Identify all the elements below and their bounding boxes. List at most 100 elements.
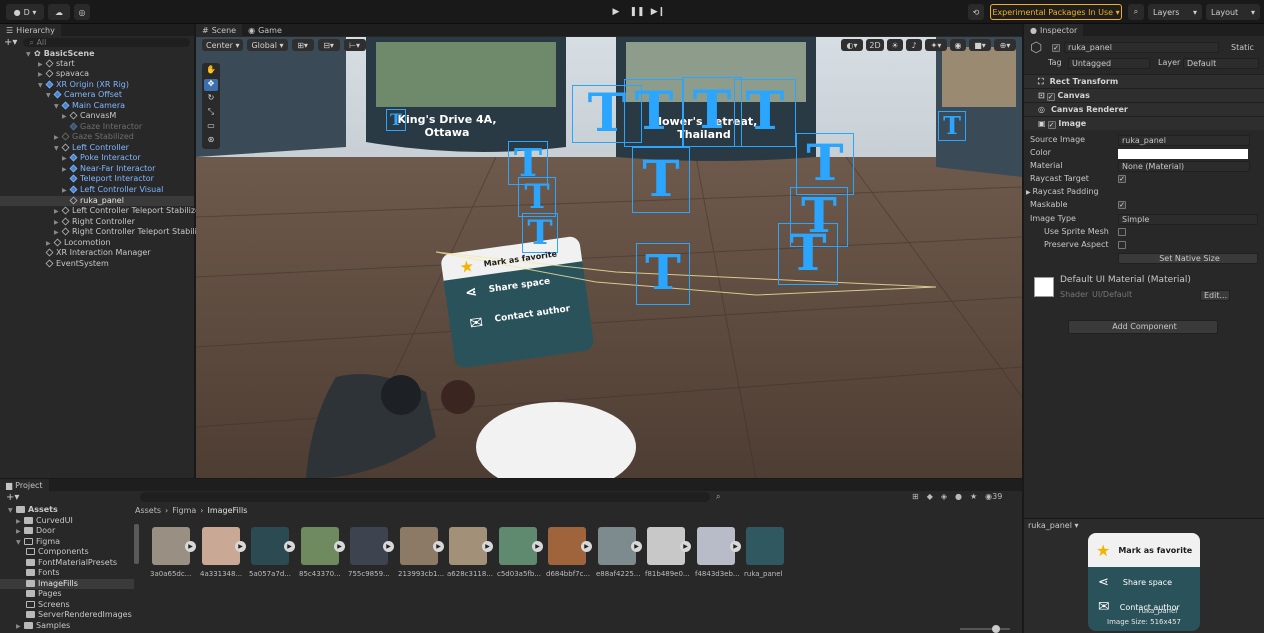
edit-shader-button[interactable]: Edit... (1200, 290, 1230, 301)
hand-tool-icon[interactable]: ✋ (204, 65, 218, 77)
zoom-slider[interactable] (960, 625, 1010, 633)
add-component-button[interactable]: Add Component (1068, 320, 1218, 334)
preserve-aspect-checkbox[interactable] (1118, 241, 1126, 249)
scale-tool-icon[interactable]: ⤡ (204, 107, 218, 119)
expand-asset-icon[interactable]: ▶ (284, 541, 295, 552)
tree-item-xr-origin[interactable]: ▼ XR Origin (XR Rig) (38, 80, 129, 90)
project-search-input[interactable] (140, 492, 710, 502)
filter-log-icon[interactable]: ● (955, 492, 962, 501)
breadcrumb-item[interactable]: ImageFills (207, 506, 247, 515)
filter-label-icon[interactable]: ◆ (927, 492, 933, 501)
tree-item-spavaca[interactable]: ▶ spavaca (38, 69, 89, 79)
tree-item-right-teleport-stabiliz[interactable]: ▶ Right Controller Teleport Stabiliz (54, 227, 201, 237)
breadcrumb-item[interactable]: Assets (135, 506, 161, 515)
tab-hierarchy[interactable]: ☰ Hierarchy (0, 24, 61, 36)
audio-icon[interactable]: ♪ (906, 39, 922, 51)
space-dropdown[interactable]: Global ▾ (247, 39, 288, 51)
project-add-button[interactable]: +▾ (6, 492, 19, 503)
component-canvas-renderer[interactable]: ◎ Canvas Renderer (1024, 102, 1264, 116)
tree-item-xr-interaction-manager[interactable]: XR Interaction Manager (38, 248, 151, 258)
mode-2d-toggle[interactable]: 2D (866, 39, 884, 51)
expand-asset-icon[interactable]: ▶ (482, 541, 493, 552)
project-tree-item[interactable]: ServerRenderedImages (26, 610, 132, 620)
tree-item-ruka-panel[interactable]: ruka_panel (0, 196, 194, 206)
cloud-icon[interactable]: ☁ (48, 4, 70, 20)
draw-mode-icon[interactable]: ◐▾ (841, 39, 863, 51)
project-tree-item[interactable]: ▶ Door (16, 526, 55, 536)
tree-item-canvasm[interactable]: ▶ CanvasM (62, 111, 116, 121)
effects-icon[interactable]: ✦▾ (925, 39, 947, 51)
shader-value[interactable]: UI/Default (1092, 289, 1132, 301)
layout-dropdown[interactable]: Layout ▾ (1206, 4, 1260, 20)
tab-scene[interactable]: # Scene (196, 24, 243, 36)
project-tree-item[interactable]: Pages (26, 589, 62, 599)
raycast-target-checkbox[interactable]: ✓ (1118, 175, 1126, 183)
tree-item-right-controller[interactable]: ▶ Right Controller (54, 217, 135, 227)
tree-item-gaze-stabilized[interactable]: ▶ Gaze Stabilized (54, 132, 134, 142)
play-button[interactable]: ▶ (606, 5, 626, 19)
tree-item-start[interactable]: ▶ start (38, 59, 75, 69)
object-name-field[interactable]: ruka_panel (1064, 42, 1219, 53)
transform-tool-icon[interactable]: ⊛ (204, 135, 218, 147)
snap-increment-icon[interactable]: ⊟▾ (317, 39, 340, 51)
tree-item-event-system[interactable]: EventSystem (38, 259, 109, 269)
collab-icon[interactable]: ◎ (74, 4, 90, 20)
image-type-dropdown[interactable]: Simple (1118, 214, 1258, 225)
tree-item-locomotion[interactable]: ▶ Locomotion (46, 238, 111, 248)
align-icon[interactable]: ⊢▾ (343, 39, 366, 51)
color-swatch[interactable] (1118, 149, 1248, 159)
canvas-enabled-checkbox[interactable]: ✓ (1046, 93, 1055, 101)
move-tool-icon[interactable]: ✥ (204, 79, 218, 91)
filter-type-icon[interactable]: ⊞ (912, 492, 919, 501)
tree-item-gaze-interactor[interactable]: Gaze Interactor (62, 122, 142, 132)
source-image-field[interactable]: ruka_panel (1118, 135, 1250, 146)
lighting-icon[interactable]: ☀ (887, 39, 903, 51)
favorite-icon[interactable]: ★ (970, 492, 977, 501)
tree-item-left-controller-visual[interactable]: ▶ Left Controller Visual (62, 185, 163, 195)
rect-tool-icon[interactable]: ▭ (204, 121, 218, 133)
gizmos-icon[interactable]: ⊕▾ (994, 39, 1016, 51)
pivot-dropdown[interactable]: Center ▾ (202, 39, 244, 51)
step-button[interactable]: ▶❙ (648, 5, 668, 19)
component-image[interactable]: ▣ ✓ Image (1024, 116, 1264, 130)
expand-asset-icon[interactable]: ▶ (680, 541, 691, 552)
scene-ruka-panel[interactable]: ★ Mark as favorite ⋖ Share space ✉ Contact … (452, 239, 583, 339)
use-sprite-mesh-checkbox[interactable] (1118, 228, 1126, 236)
scene-viewport[interactable]: King's Drive 4A, Ottawa Flower's Retreat,… (196, 37, 1022, 478)
pause-button[interactable]: ❚❚ (627, 5, 647, 19)
expand-asset-icon[interactable]: ▶ (631, 541, 642, 552)
asset-thumbnail[interactable] (746, 527, 784, 565)
tab-project[interactable]: ▆ Project (0, 479, 49, 491)
static-toggle[interactable]: Static (1231, 43, 1254, 52)
project-tree-assets[interactable]: ▼ Assets (8, 505, 58, 515)
search-icon[interactable]: ⌕ (1128, 4, 1144, 20)
tree-item-left-controller[interactable]: ▼ Left Controller (54, 143, 129, 153)
project-tree-item[interactable]: Fonts (26, 568, 60, 578)
layers-dropdown[interactable]: Layers ▾ (1148, 4, 1202, 20)
expand-asset-icon[interactable]: ▶ (730, 541, 741, 552)
maskable-checkbox[interactable]: ✓ (1118, 201, 1126, 209)
tree-item-camera-offset[interactable]: ▼ Camera Offset (46, 90, 122, 100)
image-enabled-checkbox[interactable]: ✓ (1047, 121, 1056, 129)
account-dropdown[interactable]: ● D ▾ (6, 4, 44, 20)
expand-asset-icon[interactable]: ▶ (433, 541, 444, 552)
layer-dropdown[interactable]: Default (1183, 58, 1259, 69)
expand-asset-icon[interactable]: ▶ (532, 541, 543, 552)
active-checkbox[interactable]: ✓ (1052, 43, 1060, 52)
expand-asset-icon[interactable]: ▶ (185, 541, 196, 552)
project-tree-item-imagefills[interactable]: ImageFills (0, 579, 134, 589)
project-tree-item[interactable]: Screens (26, 600, 70, 610)
preview-title[interactable]: ruka_panel ▾ (1028, 520, 1079, 532)
raycast-padding-foldout[interactable]: ▶ Raycast Padding (1026, 186, 1099, 198)
grid-snap-icon[interactable]: ⊞▾ (291, 39, 314, 51)
expand-asset-icon[interactable]: ▶ (383, 541, 394, 552)
project-tree-item[interactable]: ▶ CurvedUI (16, 516, 73, 526)
tree-scrollbar[interactable] (134, 524, 139, 564)
component-rect-transform[interactable]: ⛶ Rect Transform (1024, 74, 1264, 88)
tree-item-main-camera[interactable]: ▼ Main Camera (54, 101, 125, 111)
breadcrumb-item[interactable]: Figma (172, 506, 196, 515)
tree-item-near-far-interactor[interactable]: ▶ Near-Far Interactor (62, 164, 155, 174)
tree-item-poke-interactor[interactable]: ▶ Poke Interactor (62, 153, 141, 163)
filter-tag-icon[interactable]: ◈ (941, 492, 947, 501)
tree-item-teleport-interactor[interactable]: Teleport Interactor (62, 174, 154, 184)
